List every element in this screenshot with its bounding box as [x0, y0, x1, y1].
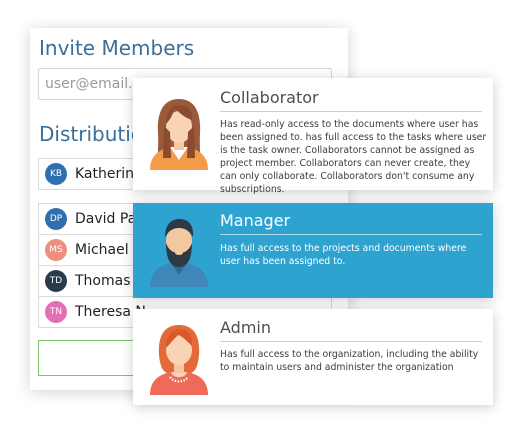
role-card-admin[interactable]: Admin Has full access to the organizatio… — [133, 309, 493, 405]
role-description: Has full access to the organization, inc… — [220, 349, 479, 373]
member-avatar: MS — [45, 239, 67, 261]
role-divider — [220, 341, 482, 342]
role-card-collaborator[interactable]: Collaborator Has read-only access to the… — [133, 78, 493, 195]
role-card-manager[interactable]: Manager Has full access to the projects … — [133, 203, 493, 298]
bearded-man-avatar-icon — [150, 219, 208, 287]
invite-members-title: Invite Members — [39, 36, 195, 60]
member-name: Michael S — [75, 242, 142, 258]
role-title: Admin — [220, 318, 271, 337]
role-title: Collaborator — [220, 88, 319, 107]
member-name: David Par — [75, 211, 143, 227]
role-description: Has read-only access to the documents wh… — [220, 119, 487, 195]
member-avatar: DP — [45, 208, 67, 230]
member-avatar: KB — [45, 163, 67, 185]
role-title: Manager — [220, 211, 291, 230]
role-divider — [220, 234, 482, 235]
member-avatar: TD — [45, 270, 67, 292]
role-divider — [220, 111, 482, 112]
member-avatar: TN — [45, 301, 67, 323]
redhead-woman-avatar-icon — [150, 325, 208, 395]
woman-avatar-icon — [150, 99, 208, 170]
role-description: Has full access to the projects and docu… — [220, 243, 467, 267]
